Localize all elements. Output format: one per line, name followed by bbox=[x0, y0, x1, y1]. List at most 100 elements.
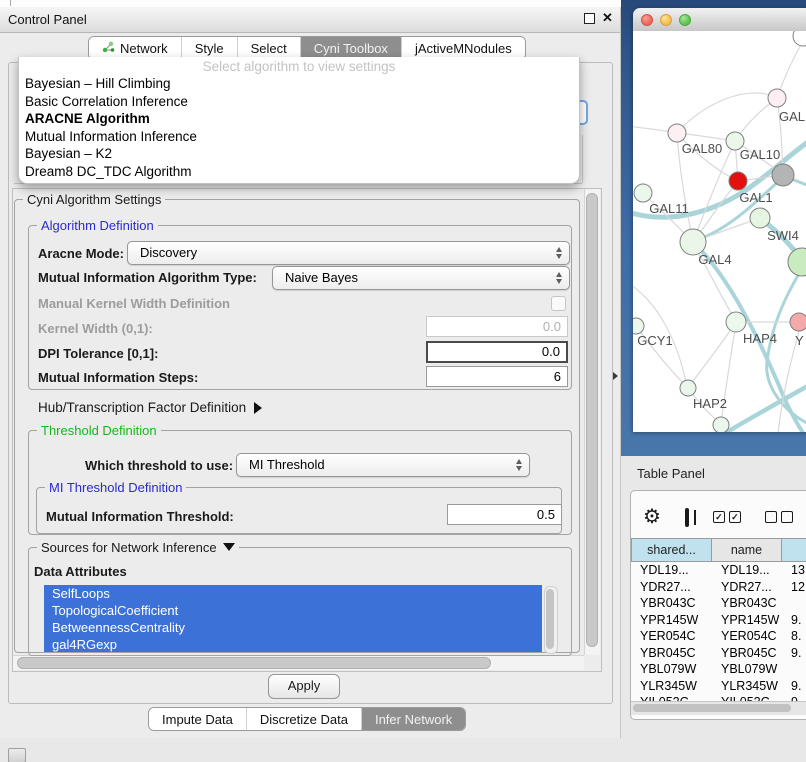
table-row[interactable]: YPR145WYPR145W9. bbox=[631, 612, 806, 629]
tab-discretize-data[interactable]: Discretize Data bbox=[246, 708, 361, 730]
network-edge[interactable] bbox=[688, 322, 736, 388]
columns-icon[interactable] bbox=[685, 508, 689, 527]
network-edge[interactable] bbox=[677, 93, 777, 133]
network-node-y[interactable] bbox=[790, 313, 806, 331]
minimize-traffic-light[interactable] bbox=[660, 14, 672, 26]
mi-type-combo[interactable]: Naive Bayes bbox=[272, 266, 570, 290]
tab-network[interactable]: Network bbox=[89, 37, 181, 59]
toolbar-separator bbox=[10, 0, 11, 6]
network-graph: GALGAL80GAL10GAL1GAL11SWI4GAL4GCY1HAP4YH… bbox=[633, 31, 806, 432]
table-cell: YBR043C bbox=[631, 596, 712, 610]
table-row[interactable]: YBL079WYBL079W bbox=[631, 661, 806, 678]
table-row[interactable]: YDL19...YDL19...13 bbox=[631, 562, 806, 579]
tab-impute-data[interactable]: Impute Data bbox=[149, 708, 246, 730]
table-toolbar: ⚙ ✓✓ bbox=[631, 500, 805, 534]
network-node[interactable] bbox=[793, 31, 806, 46]
mi-steps-field[interactable]: 6 bbox=[426, 366, 568, 387]
column-header-name[interactable]: name bbox=[712, 538, 782, 562]
network-node-hap2[interactable] bbox=[680, 380, 696, 396]
dpi-tolerance-field[interactable]: 0.0 bbox=[426, 341, 568, 363]
network-node[interactable] bbox=[713, 417, 729, 432]
dropdown-item[interactable]: Mutual Information Inference bbox=[19, 128, 579, 146]
network-node-hap4[interactable] bbox=[726, 312, 746, 332]
kernel-width-label: Kernel Width (0,1): bbox=[38, 321, 153, 336]
attribute-item[interactable]: gal4RGexp bbox=[44, 636, 542, 652]
table-row[interactable]: YBR045CYBR045C9. bbox=[631, 645, 806, 662]
apply-button[interactable]: Apply bbox=[268, 674, 340, 699]
network-node-gal[interactable] bbox=[768, 89, 786, 107]
network-icon bbox=[102, 41, 115, 56]
attribute-list-scrollbar-thumb[interactable] bbox=[546, 589, 554, 649]
close-icon[interactable]: ✕ bbox=[602, 10, 613, 26]
aracne-mode-combo[interactable]: Discovery bbox=[127, 241, 570, 265]
dock-panel-icon[interactable] bbox=[8, 748, 26, 762]
network-node-gal11[interactable] bbox=[634, 184, 652, 202]
manual-kernel-checkbox[interactable] bbox=[551, 296, 566, 311]
node-label: HAP2 bbox=[693, 396, 727, 411]
network-node-gcy1[interactable] bbox=[633, 318, 644, 334]
node-label: HAP4 bbox=[743, 331, 777, 346]
table-cell: 9. bbox=[782, 646, 806, 660]
expand-arrow-icon[interactable] bbox=[254, 402, 262, 414]
tab-select[interactable]: Select bbox=[237, 37, 300, 59]
combo-stepper-icon bbox=[556, 247, 562, 259]
attribute-item[interactable]: TopologicalCoefficient bbox=[44, 602, 542, 619]
table-scrollbar-thumb[interactable] bbox=[633, 704, 791, 712]
vertical-scrollbar-thumb[interactable] bbox=[586, 193, 598, 647]
node-label: SWI4 bbox=[767, 228, 799, 243]
mi-type-label: Mutual Information Algorithm Type: bbox=[38, 270, 257, 285]
dropdown-item[interactable]: Dream8 DC_TDC Algorithm bbox=[19, 163, 579, 181]
network-edge[interactable] bbox=[717, 382, 806, 432]
manual-kernel-label: Manual Kernel Width Definition bbox=[38, 296, 230, 311]
network-window-titlebar[interactable] bbox=[633, 8, 806, 32]
network-node-gal1[interactable] bbox=[729, 172, 747, 190]
network-node[interactable] bbox=[788, 248, 806, 276]
table-horizontal-scrollbar[interactable] bbox=[631, 701, 806, 715]
dropdown-item[interactable]: Bayesian – Hill Climbing bbox=[19, 75, 579, 93]
horizontal-scrollbar-thumb[interactable] bbox=[17, 657, 491, 669]
network-view-window: GALGAL80GAL10GAL1GAL11SWI4GAL4GCY1HAP4YH… bbox=[633, 8, 806, 432]
kernel-width-field[interactable]: 0.0 bbox=[426, 316, 568, 337]
gear-icon[interactable]: ⚙ bbox=[643, 507, 661, 527]
dropdown-item-selected[interactable]: ARACNE Algorithm bbox=[19, 110, 579, 128]
mi-threshold-label: Mutual Information Threshold: bbox=[46, 509, 234, 524]
show-all-columns-icon[interactable]: ✓✓ bbox=[713, 511, 741, 523]
combo-value: Discovery bbox=[140, 245, 197, 260]
attribute-item[interactable]: BetweennessCentrality bbox=[44, 619, 542, 636]
dropdown-item[interactable]: Basic Correlation Inference bbox=[19, 93, 579, 111]
table-row[interactable]: YBR043CYBR043C bbox=[631, 595, 806, 612]
table-row[interactable]: YDR27...YDR27...12 bbox=[631, 579, 806, 596]
network-node-swi4[interactable] bbox=[750, 208, 770, 228]
zoom-traffic-light[interactable] bbox=[679, 14, 691, 26]
table-row[interactable]: YER054CYER054C8. bbox=[631, 628, 806, 645]
tab-jactivemnodules[interactable]: jActiveMNodules bbox=[401, 37, 525, 59]
network-canvas[interactable]: GALGAL80GAL10GAL1GAL11SWI4GAL4GCY1HAP4YH… bbox=[633, 31, 806, 432]
attribute-item[interactable]: SelfLoops bbox=[44, 585, 542, 602]
tab-infer-network[interactable]: Infer Network bbox=[361, 708, 465, 730]
network-node-gal80[interactable] bbox=[668, 124, 686, 142]
tab-style[interactable]: Style bbox=[181, 37, 237, 59]
close-traffic-light[interactable] bbox=[641, 14, 653, 26]
column-header-partial[interactable] bbox=[782, 538, 806, 562]
table-row[interactable]: YLR345WYLR345W9. bbox=[631, 678, 806, 695]
table-row[interactable]: YIL052CYIL052C9 bbox=[631, 694, 806, 701]
table-cell: YDR27... bbox=[631, 580, 712, 594]
hub-section-row[interactable]: Hub/Transcription Factor Definition bbox=[38, 400, 262, 415]
hide-all-columns-icon[interactable] bbox=[765, 511, 793, 523]
dropdown-item[interactable]: Bayesian – K2 bbox=[19, 145, 579, 163]
attribute-list-scrollbar[interactable] bbox=[544, 586, 558, 654]
network-edge[interactable] bbox=[693, 141, 735, 242]
column-header-shared-name[interactable]: shared... bbox=[631, 538, 712, 562]
mi-threshold-field[interactable]: 0.5 bbox=[447, 504, 562, 525]
network-node[interactable] bbox=[772, 164, 794, 186]
float-window-icon[interactable] bbox=[584, 13, 595, 24]
table-cell: YER054C bbox=[631, 629, 712, 643]
tab-label: Cyni Toolbox bbox=[314, 41, 388, 56]
combo-stepper-icon bbox=[556, 272, 562, 284]
combo-value: Naive Bayes bbox=[285, 270, 358, 285]
which-threshold-combo[interactable]: MI Threshold bbox=[236, 453, 530, 477]
tab-cyni-toolbox[interactable]: Cyni Toolbox bbox=[300, 37, 401, 59]
collapse-arrow-icon[interactable] bbox=[223, 543, 235, 551]
hub-section-label: Hub/Transcription Factor Definition bbox=[38, 400, 246, 415]
panel-splitter-arrow[interactable] bbox=[613, 372, 618, 380]
